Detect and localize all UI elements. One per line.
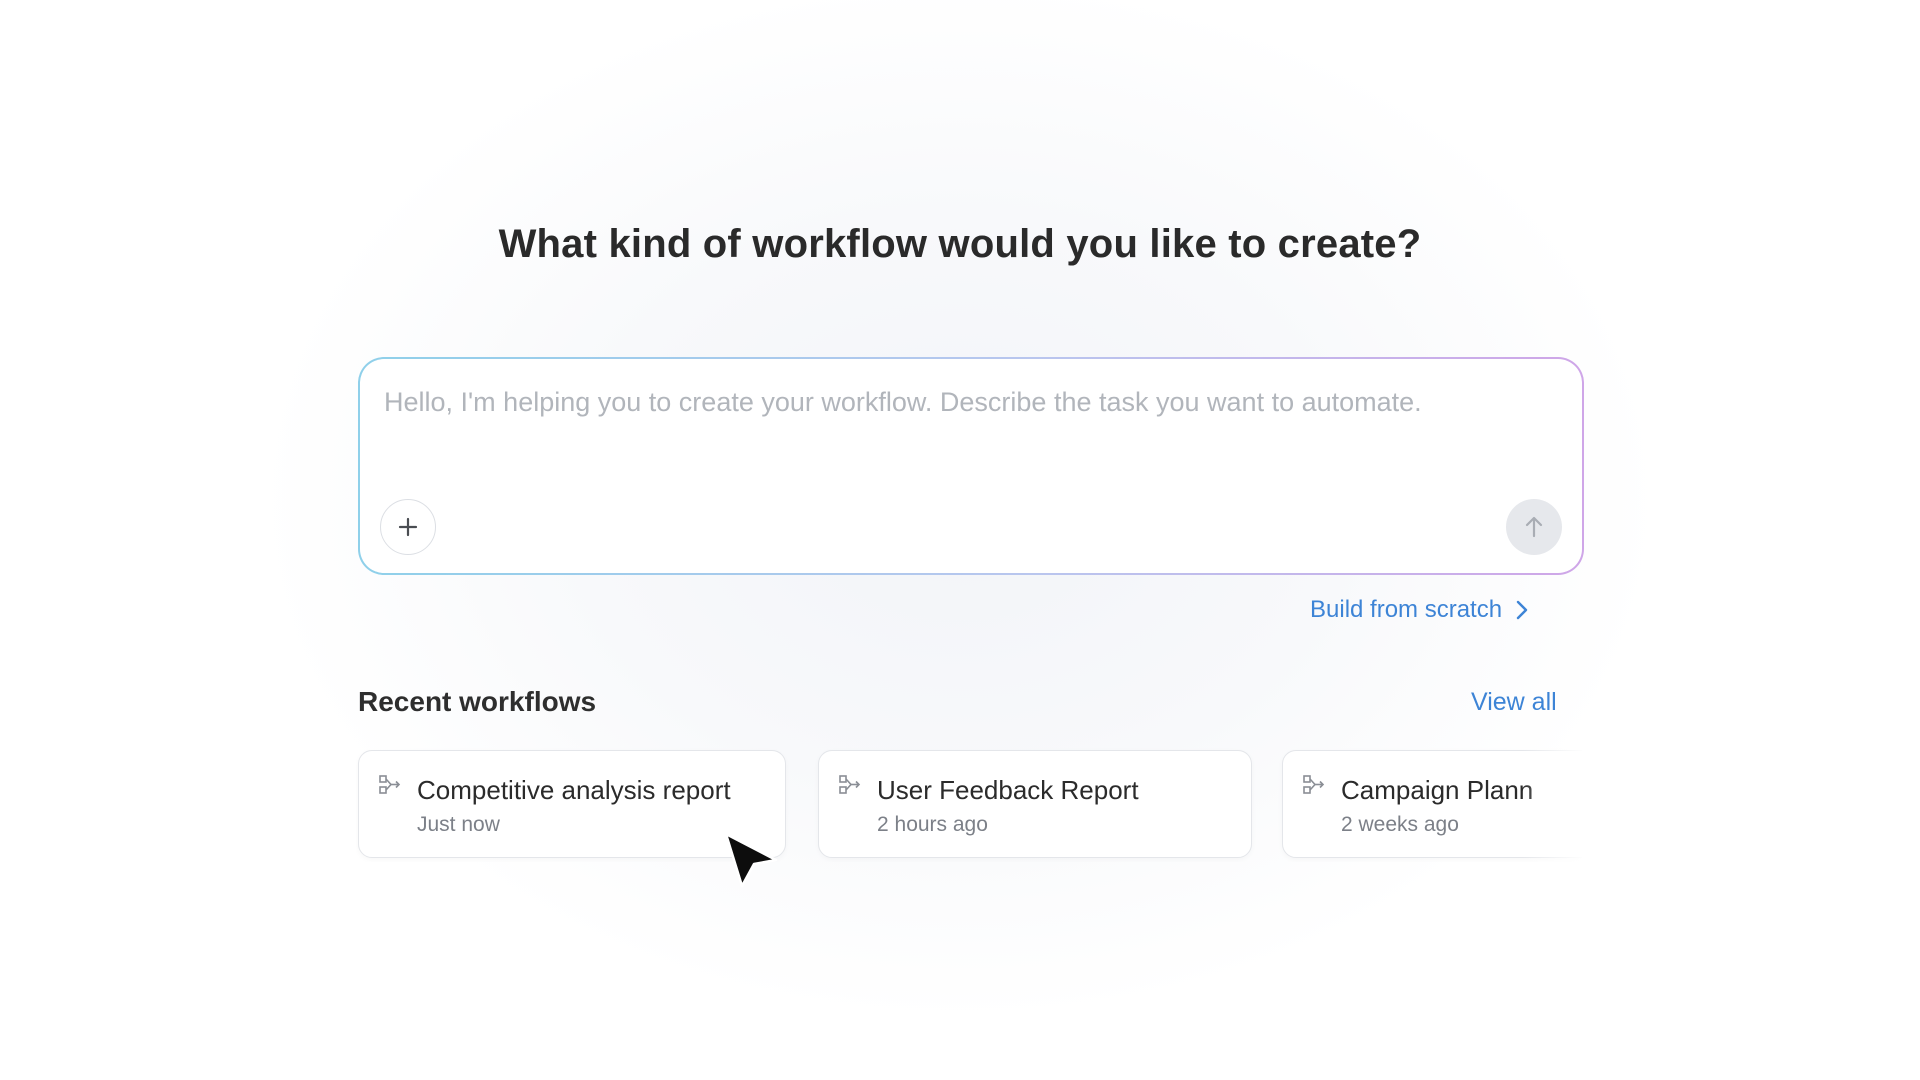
chevron-right-icon bbox=[1516, 600, 1528, 620]
workflow-title: Campaign Plann bbox=[1341, 775, 1534, 805]
view-all-link[interactable]: View all bbox=[1471, 688, 1557, 717]
mouse-cursor-icon bbox=[724, 832, 778, 888]
workflow-card[interactable]: Competitive analysis report Just now bbox=[358, 750, 786, 858]
recent-workflows-title: Recent workflows bbox=[358, 686, 597, 717]
workflow-time: Just now bbox=[417, 813, 500, 836]
build-from-scratch-link[interactable]: Build from scratch bbox=[1310, 596, 1528, 624]
plus-icon bbox=[398, 517, 418, 537]
page-title: What kind of workflow would you like to … bbox=[498, 222, 1422, 266]
workflow-icon bbox=[1303, 775, 1325, 794]
arrow-up-icon bbox=[1525, 516, 1543, 538]
workflow-time: 2 weeks ago bbox=[1341, 813, 1459, 836]
prompt-placeholder: Hello, I'm helping you to create your wo… bbox=[384, 387, 1422, 417]
workflow-title: User Feedback Report bbox=[877, 775, 1139, 805]
workflow-title: Competitive analysis report bbox=[417, 775, 731, 805]
recent-workflows-list: Competitive analysis report Just now Use… bbox=[356, 748, 1582, 862]
add-attachment-button[interactable] bbox=[380, 499, 436, 555]
workflow-time: 2 hours ago bbox=[877, 813, 988, 836]
workflow-icon bbox=[839, 775, 861, 794]
prompt-input-area[interactable]: Hello, I'm helping you to create your wo… bbox=[360, 359, 1582, 573]
workflow-card[interactable]: User Feedback Report 2 hours ago bbox=[818, 750, 1252, 858]
workflow-icon bbox=[379, 775, 401, 794]
build-from-scratch-label: Build from scratch bbox=[1310, 596, 1503, 623]
list-fade-overlay bbox=[1522, 748, 1582, 862]
prompt-box[interactable]: Hello, I'm helping you to create your wo… bbox=[358, 357, 1584, 575]
send-button[interactable] bbox=[1506, 499, 1562, 555]
